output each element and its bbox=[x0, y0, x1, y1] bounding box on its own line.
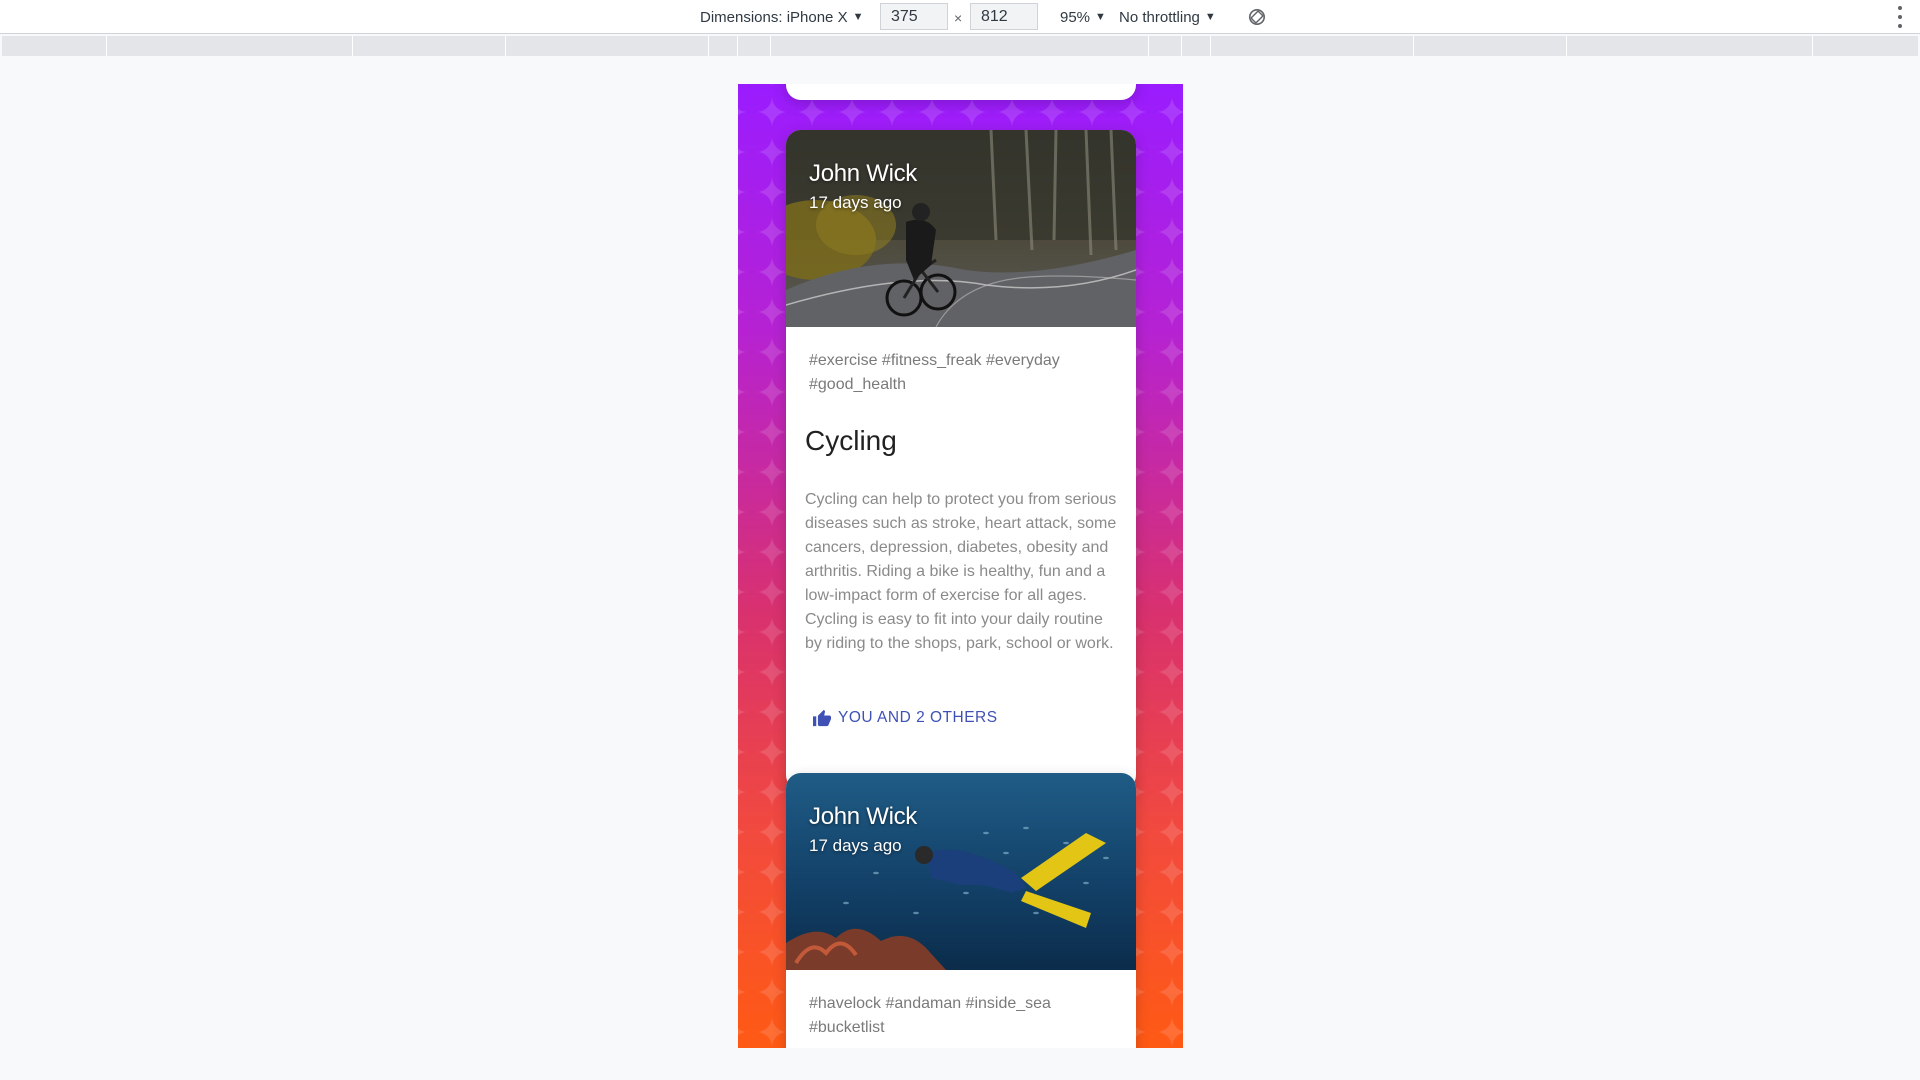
devtools-device-toolbar: Dimensions: iPhone X ▼ 375 × 812 95% ▼ N… bbox=[0, 0, 1920, 34]
device-selector[interactable]: Dimensions: iPhone X ▼ bbox=[700, 0, 863, 34]
zoom-label: 95% bbox=[1060, 8, 1091, 26]
mq-divider bbox=[1181, 36, 1182, 56]
mq-divider bbox=[352, 36, 353, 56]
post-title: Cycling bbox=[805, 425, 897, 456]
mq-divider bbox=[1413, 36, 1414, 56]
height-input[interactable]: 812 bbox=[970, 3, 1038, 30]
post-card: John Wick 17 days ago #exercise #fitness… bbox=[786, 130, 1136, 790]
mq-divider bbox=[737, 36, 738, 56]
post-image-diving: John Wick 17 days ago bbox=[786, 773, 1136, 970]
throttling-selector[interactable]: No throttling ▼ bbox=[1119, 0, 1216, 34]
mq-divider bbox=[708, 36, 709, 56]
like-label: YOU AND 2 OTHERS bbox=[838, 709, 998, 726]
caret-down-icon: ▼ bbox=[1204, 11, 1216, 23]
like-button[interactable]: YOU AND 2 OTHERS bbox=[812, 709, 998, 727]
caret-down-icon: ▼ bbox=[852, 11, 864, 23]
post-date: 17 days ago bbox=[809, 193, 902, 212]
width-input[interactable]: 375 bbox=[880, 3, 948, 30]
post-author: John Wick bbox=[809, 160, 917, 187]
mq-divider bbox=[770, 36, 771, 56]
mq-divider bbox=[505, 36, 506, 56]
caret-down-icon: ▼ bbox=[1095, 11, 1106, 23]
device-label: Dimensions: iPhone X bbox=[700, 8, 848, 26]
mq-divider bbox=[1210, 36, 1211, 56]
post-description: Cycling can help to protect you from ser… bbox=[805, 491, 1117, 652]
mq-divider bbox=[1812, 36, 1813, 56]
dimension-separator: × bbox=[954, 10, 963, 26]
mq-divider bbox=[106, 36, 107, 56]
thumb-up-icon bbox=[813, 709, 831, 727]
mq-divider bbox=[1148, 36, 1149, 56]
mq-divider bbox=[1566, 36, 1567, 56]
device-viewport[interactable]: John Wick 17 days ago #exercise #fitness… bbox=[738, 84, 1183, 1048]
throttling-label: No throttling bbox=[1119, 8, 1200, 26]
media-query-bar[interactable] bbox=[2, 36, 1918, 56]
zoom-selector[interactable]: 95% ▼ bbox=[1060, 0, 1106, 34]
post-author: John Wick bbox=[809, 803, 917, 830]
post-card: John Wick 17 days ago #havelock #andaman… bbox=[786, 773, 1136, 1048]
post-tags: #exercise #fitness_freak #everyday #good… bbox=[809, 352, 1060, 393]
post-card-previous bbox=[786, 84, 1136, 100]
rotate-icon[interactable] bbox=[1248, 0, 1266, 34]
post-date: 17 days ago bbox=[809, 836, 902, 855]
post-tags: #havelock #andaman #inside_sea #bucketli… bbox=[809, 995, 1051, 1036]
post-image-cycling: John Wick 17 days ago bbox=[786, 130, 1136, 327]
more-vert-icon[interactable] bbox=[1898, 6, 1902, 28]
